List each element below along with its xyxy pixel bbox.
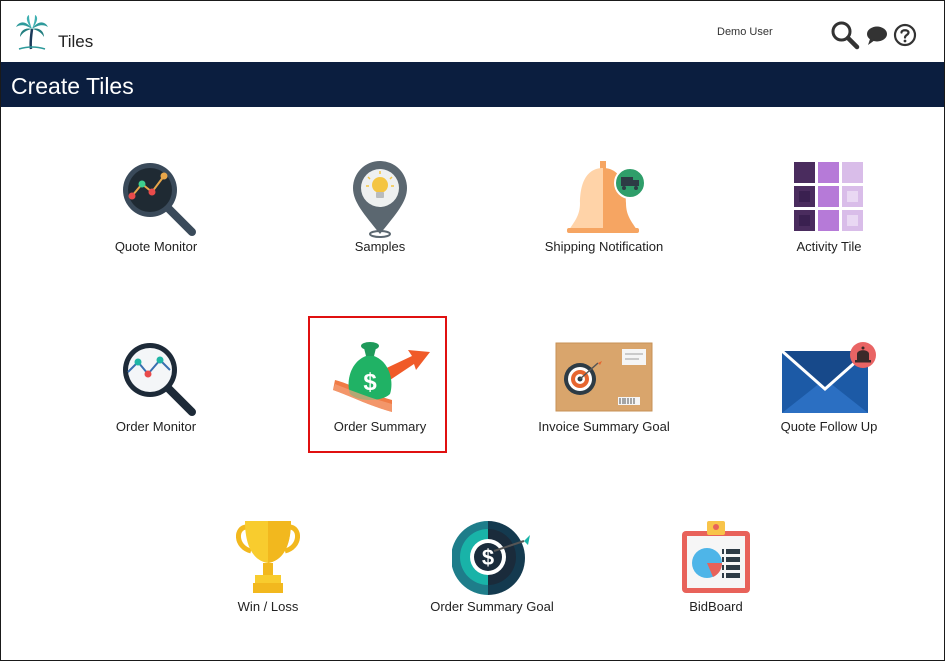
dollar-target-icon: $ [452, 521, 530, 595]
tile-label: Order Summary Goal [430, 599, 554, 614]
tile-label: Invoice Summary Goal [538, 419, 670, 434]
tile-activity[interactable]: Activity Tile [729, 155, 929, 275]
tile-label: Order Monitor [115, 419, 197, 434]
help-icon[interactable] [893, 23, 917, 47]
bell-truck-icon [567, 161, 646, 233]
tile-order-monitor[interactable]: Order Monitor [56, 335, 256, 455]
svg-text:$: $ [363, 369, 377, 396]
tile-quote-follow-up[interactable]: Quote Follow Up [729, 335, 929, 455]
tile-shipping-notification[interactable]: Shipping Notification [504, 155, 704, 275]
tile-order-summary[interactable]: $ Order Summary [280, 335, 480, 455]
chat-icon[interactable] [865, 24, 889, 46]
trophy-icon [236, 521, 300, 593]
envelope-target-icon [555, 342, 653, 412]
tile-label: Samples [354, 239, 406, 254]
envelope-bell-icon [781, 342, 876, 413]
magnifier-chart-icon [123, 343, 196, 416]
tile-quote-monitor[interactable]: Quote Monitor [56, 155, 256, 275]
tile-invoice-summary-goal[interactable]: Invoice Summary Goal [504, 335, 704, 455]
tile-label: Order Summary [333, 419, 427, 434]
tile-label: Activity Tile [796, 239, 862, 254]
tile-label: Shipping Notification [544, 239, 664, 254]
palm-tree-logo-icon[interactable] [15, 15, 49, 51]
tile-label: BidBoard [689, 599, 743, 614]
money-bag-arrow-icon: $ [333, 342, 430, 412]
page-banner: Create Tiles [1, 62, 944, 107]
tile-order-summary-goal[interactable]: $ Order Summary Goal [392, 515, 592, 635]
tile-win-loss[interactable]: Win / Loss [168, 515, 368, 635]
tile-label: Quote Follow Up [780, 419, 878, 434]
page-title: Create Tiles [11, 73, 134, 99]
map-pin-bulb-icon [353, 161, 407, 238]
clipboard-chart-icon [682, 521, 750, 593]
tile-label: Quote Monitor [114, 239, 198, 254]
top-bar: Tiles Demo User [1, 1, 944, 61]
magnifier-chart-icon [123, 163, 196, 236]
search-icon[interactable] [830, 20, 860, 50]
grid-squares-icon [794, 162, 863, 231]
tile-label: Win / Loss [237, 599, 299, 614]
user-name[interactable]: Demo User [717, 26, 773, 38]
tile-bidboard[interactable]: BidBoard [616, 515, 816, 635]
app-title: Tiles [58, 32, 94, 51]
svg-text:$: $ [482, 545, 494, 570]
tile-samples[interactable]: Samples [280, 155, 480, 275]
